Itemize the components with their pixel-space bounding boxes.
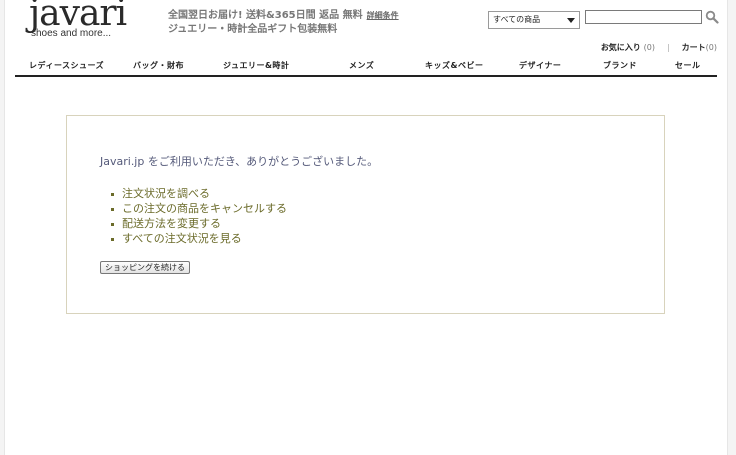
nav-sale[interactable]: セール: [675, 60, 701, 71]
nav-designer[interactable]: デザイナー: [519, 60, 561, 71]
javari-logo[interactable]: javari shoes and more...: [29, 0, 129, 42]
favorites-label: お気に入り: [600, 43, 641, 52]
search-category-select[interactable]: すべての商品: [488, 11, 580, 29]
bullet-icon: [111, 222, 114, 226]
account-links: お気に入り (0) | カート(0): [601, 42, 717, 53]
search-category-value: すべての商品: [493, 15, 541, 24]
cart-label: カート: [681, 43, 706, 52]
favorites-link[interactable]: お気に入り (0): [601, 43, 655, 52]
cart-link[interactable]: カート(0): [682, 43, 717, 52]
all-orders-link[interactable]: すべての注文状況を見る: [122, 232, 242, 245]
main-nav: レディースシューズ バッグ・財布 ジュエリー&時計 メンズ キッズ&ベビー デザ…: [15, 59, 717, 77]
nav-bags-wallets[interactable]: バッグ・財布: [133, 60, 184, 71]
nav-brand[interactable]: ブランド: [603, 60, 637, 71]
list-item: 配送方法を変更する: [111, 216, 287, 231]
bullet-icon: [111, 192, 114, 196]
favorites-count: (0): [643, 43, 655, 52]
bullet-icon: [111, 237, 114, 241]
page: javari shoes and more... 全国翌日お届け! 送料&365…: [4, 0, 728, 455]
account-separator: |: [666, 43, 670, 52]
order-links-list: 注文状況を調べる この注文の商品をキャンセルする 配送方法を変更する すべての注…: [111, 186, 287, 246]
search-input[interactable]: [585, 10, 702, 24]
nav-kids-baby[interactable]: キッズ&ベビー: [425, 60, 483, 71]
order-confirmation-box: Javari.jp をご利用いただき、ありがとうございました。 注文状況を調べる…: [66, 115, 665, 314]
change-shipping-link[interactable]: 配送方法を変更する: [122, 217, 221, 230]
bullet-icon: [111, 207, 114, 211]
nav-ladies-shoes[interactable]: レディースシューズ: [29, 60, 104, 71]
promo-terms-link[interactable]: 詳細条件: [367, 11, 399, 20]
nav-jewelry-watches[interactable]: ジュエリー&時計: [223, 60, 289, 71]
logo-tagline: shoes and more...: [31, 28, 112, 39]
cancel-order-link[interactable]: この注文の商品をキャンセルする: [122, 202, 287, 215]
check-order-status-link[interactable]: 注文状況を調べる: [122, 187, 210, 200]
thank-you-message: Javari.jp をご利用いただき、ありがとうございました。: [100, 155, 379, 168]
continue-shopping-button[interactable]: ショッピングを続ける: [100, 261, 190, 274]
list-item: 注文状況を調べる: [111, 186, 287, 201]
list-item: すべての注文状況を見る: [111, 231, 287, 246]
cart-count: (0): [705, 43, 717, 52]
promo-shipping: 全国翌日お届け! 送料&365日間 返品 無料 詳細条件: [168, 6, 399, 21]
nav-mens[interactable]: メンズ: [349, 60, 374, 71]
promo-gift-wrap: ジュエリー・時計全品ギフト包装無料: [168, 24, 338, 35]
list-item: この注文の商品をキャンセルする: [111, 201, 287, 216]
chevron-down-icon: [567, 18, 575, 23]
search-icon[interactable]: [705, 10, 719, 24]
